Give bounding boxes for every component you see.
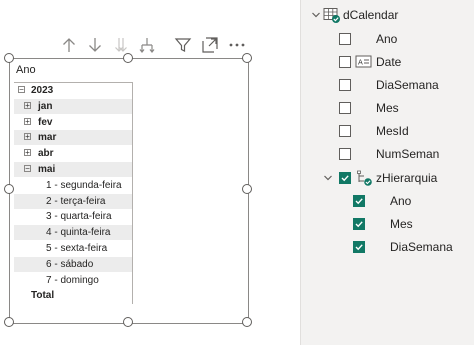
level-label: DiaSemana — [390, 240, 453, 254]
resize-handle-bottom-left[interactable] — [4, 317, 14, 327]
chevron-down-icon[interactable] — [311, 10, 321, 20]
field-label: Date — [376, 55, 402, 69]
level-label: Mes — [390, 217, 413, 231]
matrix-row: 4 - quinta-feira — [14, 225, 132, 241]
hierarchy-level-ano[interactable]: Ano — [301, 190, 474, 212]
matrix-row[interactable]: + abr — [14, 146, 132, 161]
matrix-row: 6 - sábado — [14, 256, 132, 272]
field-checkbox[interactable] — [339, 148, 351, 160]
table-dcalendar[interactable]: dCalendar — [301, 4, 474, 26]
svg-text:A: A — [358, 59, 363, 67]
matrix-row[interactable]: −2023 — [14, 83, 132, 98]
field-label: MesId — [376, 124, 409, 138]
field-label: Ano — [376, 32, 398, 46]
matrix-row-label: 7 - domingo — [46, 274, 99, 286]
expand-icon[interactable]: + — [24, 117, 31, 125]
matrix-row: 5 - sexta-feira — [14, 241, 132, 256]
collapse-icon[interactable]: − — [24, 165, 31, 173]
matrix-row-label: 3 - quarta-feira — [46, 211, 112, 223]
matrix-row-label: 2023 — [31, 85, 54, 96]
matrix-row-label: 5 - sexta-feira — [46, 243, 108, 254]
field-item-mesid[interactable]: MesId — [301, 120, 474, 142]
field-checkbox[interactable] — [339, 102, 351, 114]
level-checkbox[interactable] — [353, 241, 365, 253]
field-checkbox[interactable] — [339, 125, 351, 137]
resize-handle-top-right[interactable] — [242, 53, 252, 63]
resize-handle-top-left[interactable] — [4, 53, 14, 63]
drill-up-icon[interactable] — [60, 36, 78, 54]
expand-icon[interactable]: + — [24, 101, 31, 109]
field-label: Mes — [376, 101, 399, 115]
matrix-row-label: fev — [38, 116, 53, 128]
field-item-mes[interactable]: Mes — [301, 97, 474, 119]
matrix-row-label: jan — [38, 100, 53, 112]
field-item-date[interactable]: A Date — [301, 51, 474, 73]
field-item-diasemana[interactable]: DiaSemana — [301, 74, 474, 96]
level-label: Ano — [390, 194, 412, 208]
expand-all-icon[interactable] — [138, 36, 156, 54]
expand-icon[interactable]: + — [24, 133, 31, 141]
resize-handle-bottom-right[interactable] — [242, 317, 252, 327]
table-name: dCalendar — [343, 8, 399, 22]
resize-handle-left[interactable] — [4, 184, 14, 194]
hierarchy-checkbox[interactable] — [339, 172, 351, 184]
matrix-table: −2023 + jan + fev + mar + abr − mai 1 - segunda-fei… — [14, 82, 133, 304]
field-label: DiaSemana — [376, 78, 439, 92]
fields-pane: dCalendar Ano A Date DiaSemana Mes MesId… — [300, 0, 474, 345]
expand-icon[interactable]: + — [24, 149, 31, 157]
matrix-row-label: abr — [38, 148, 54, 160]
chevron-down-icon[interactable] — [323, 173, 333, 183]
collapse-icon[interactable]: − — [18, 86, 25, 94]
matrix-row: 1 - segunda-feira — [14, 178, 132, 193]
visual-title: Ano — [16, 64, 36, 76]
table-icon — [323, 7, 341, 23]
filter-icon[interactable] — [174, 36, 192, 54]
matrix-row-label: 1 - segunda-feira — [46, 179, 122, 191]
expand-next-level-icon[interactable] — [112, 36, 130, 54]
matrix-row: 3 - quarta-feira — [14, 209, 132, 224]
field-item-ano[interactable]: Ano — [301, 28, 474, 50]
hierarchy-zhierarquia[interactable]: zHierarquia — [301, 167, 474, 189]
focus-mode-icon[interactable] — [201, 36, 219, 54]
date-field-icon: A — [355, 54, 373, 70]
hierarchy-level-diasemana[interactable]: DiaSemana — [301, 236, 474, 258]
matrix-row-label: mar — [38, 132, 57, 144]
level-checkbox[interactable] — [353, 218, 365, 230]
drill-down-icon[interactable] — [86, 36, 104, 54]
matrix-row-label: mai — [38, 164, 56, 175]
field-checkbox[interactable] — [339, 79, 351, 91]
matrix-row: 7 - domingo — [14, 273, 132, 288]
visual-header-toolbar — [58, 36, 250, 54]
resize-handle-top[interactable] — [123, 53, 133, 63]
resize-handle-right[interactable] — [242, 184, 252, 194]
matrix-row-label: Total — [31, 290, 55, 302]
matrix-row[interactable]: + jan — [14, 98, 132, 114]
hierarchy-icon — [355, 170, 373, 186]
field-checkbox[interactable] — [339, 33, 351, 45]
matrix-row-label: 4 - quinta-feira — [46, 227, 111, 239]
field-checkbox[interactable] — [339, 56, 351, 68]
more-options-icon[interactable] — [228, 36, 246, 54]
matrix-row[interactable]: + mar — [14, 130, 132, 146]
matrix-row-label: 6 - sábado — [46, 258, 94, 270]
resize-handle-bottom[interactable] — [123, 317, 133, 327]
matrix-row[interactable]: − mai — [14, 162, 132, 177]
field-label: NumSeman — [376, 147, 440, 161]
matrix-row: 2 - terça-feira — [14, 193, 132, 209]
matrix-total-row: Total — [14, 288, 132, 303]
field-item-numseman[interactable]: NumSeman — [301, 143, 474, 165]
matrix-row-label: 2 - terça-feira — [46, 195, 106, 207]
matrix-row[interactable]: + fev — [14, 115, 132, 130]
level-checkbox[interactable] — [353, 195, 365, 207]
hierarchy-label: zHierarquia — [376, 171, 438, 185]
hierarchy-level-mes[interactable]: Mes — [301, 213, 474, 235]
